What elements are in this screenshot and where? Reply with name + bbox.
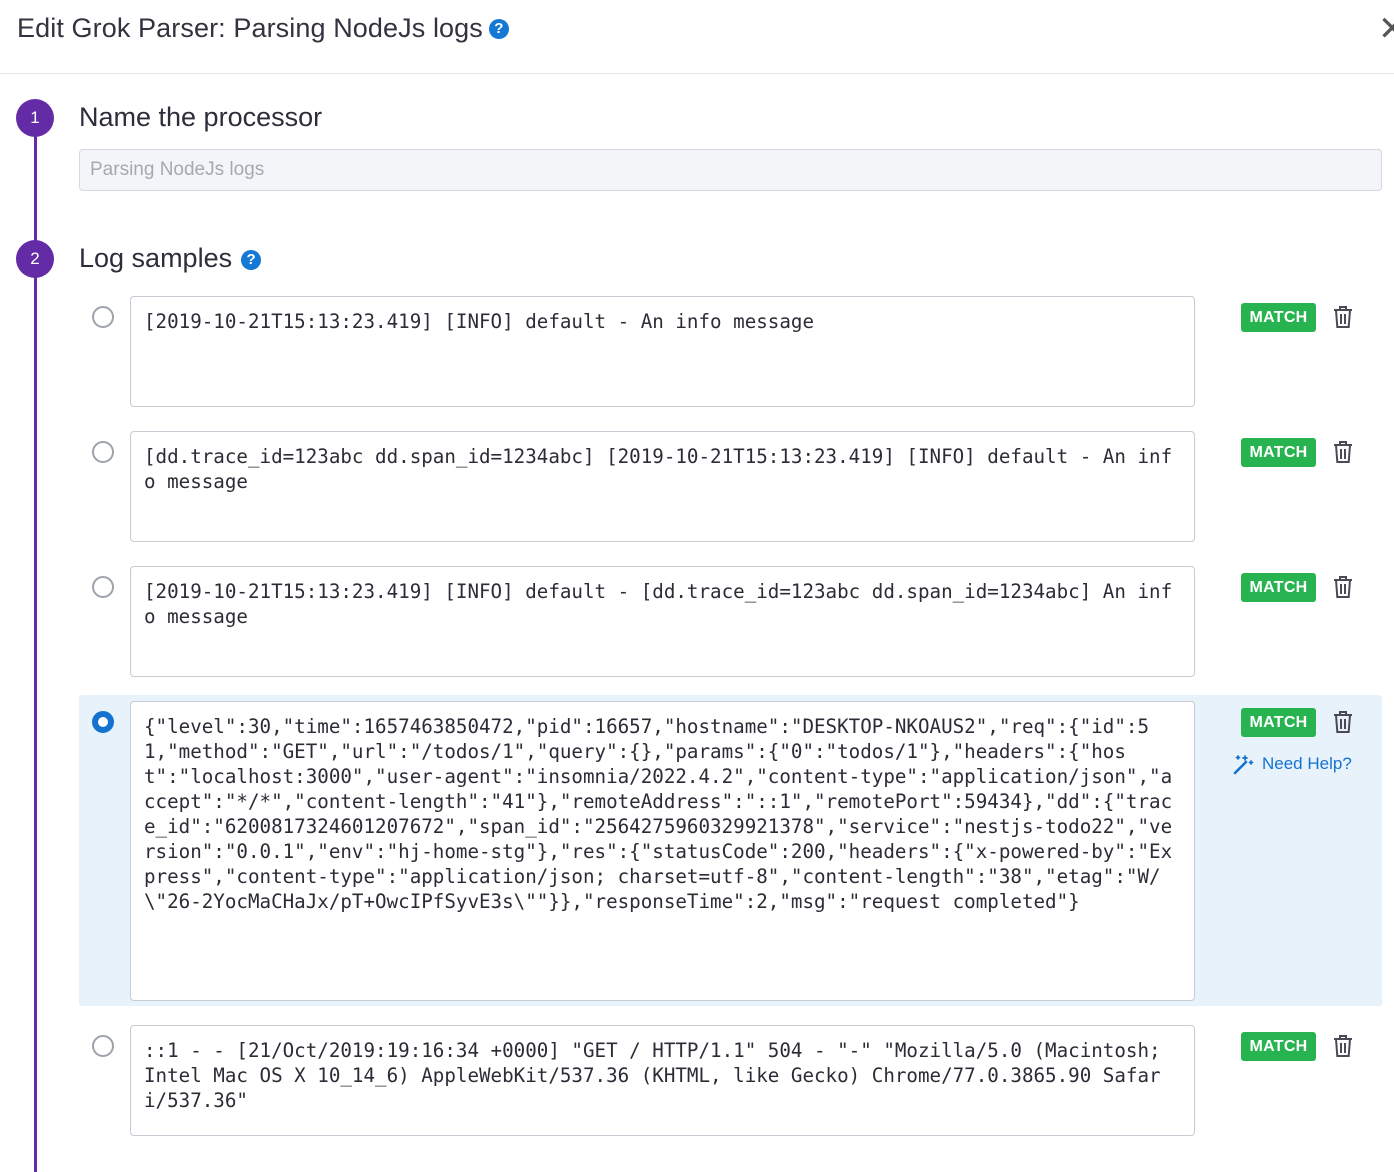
- sample-radio[interactable]: [92, 576, 114, 598]
- sample-radio[interactable]: [92, 441, 114, 463]
- close-icon[interactable]: ✕: [1378, 12, 1394, 46]
- question-circle-icon[interactable]: ?: [241, 250, 262, 270]
- trash-icon[interactable]: [1331, 709, 1355, 735]
- need-help-label: Need Help?: [1262, 754, 1352, 773]
- log-sample-textarea[interactable]: [2019-10-21T15:13:23.419] [INFO] default…: [130, 296, 1195, 407]
- sample-radio-selected[interactable]: [92, 711, 114, 733]
- trash-icon[interactable]: [1331, 439, 1355, 465]
- question-circle-icon[interactable]: ?: [488, 19, 509, 39]
- match-badge: MATCH: [1241, 1032, 1316, 1061]
- sample-radio[interactable]: [92, 306, 114, 328]
- log-sample-textarea[interactable]: ::1 - - [21/Oct/2019:19:16:34 +0000] "GE…: [130, 1025, 1195, 1136]
- sample-radio[interactable]: [92, 1035, 114, 1057]
- processor-name-input[interactable]: [79, 149, 1382, 191]
- modal-title: Edit Grok Parser: Parsing NodeJs logs?: [17, 13, 509, 44]
- step-title-log-samples-text: Log samples: [79, 243, 233, 273]
- trash-icon[interactable]: [1331, 574, 1355, 600]
- step-title-name-processor: Name the processor: [79, 102, 323, 132]
- step-title-log-samples: Log samples?: [79, 243, 262, 274]
- trash-icon[interactable]: [1331, 304, 1355, 330]
- log-sample-textarea[interactable]: [2019-10-21T15:13:23.419] [INFO] default…: [130, 566, 1195, 677]
- match-badge: MATCH: [1241, 303, 1316, 332]
- match-badge: MATCH: [1241, 438, 1316, 467]
- modal-header: Edit Grok Parser: Parsing NodeJs logs? ✕: [0, 0, 1394, 74]
- step-number-2: 2: [16, 240, 54, 278]
- log-sample-textarea[interactable]: {"level":30,"time":1657463850472,"pid":1…: [130, 701, 1195, 1001]
- modal-title-text: Edit Grok Parser: Parsing NodeJs logs: [17, 13, 483, 43]
- match-badge: MATCH: [1241, 573, 1316, 602]
- step-number-1: 1: [16, 99, 54, 137]
- magic-wand-icon: [1233, 755, 1254, 775]
- need-help-link[interactable]: Need Help?: [1233, 752, 1352, 776]
- trash-icon[interactable]: [1331, 1033, 1355, 1059]
- log-sample-textarea[interactable]: [dd.trace_id=123abc dd.span_id=1234abc] …: [130, 431, 1195, 542]
- match-badge: MATCH: [1241, 708, 1316, 737]
